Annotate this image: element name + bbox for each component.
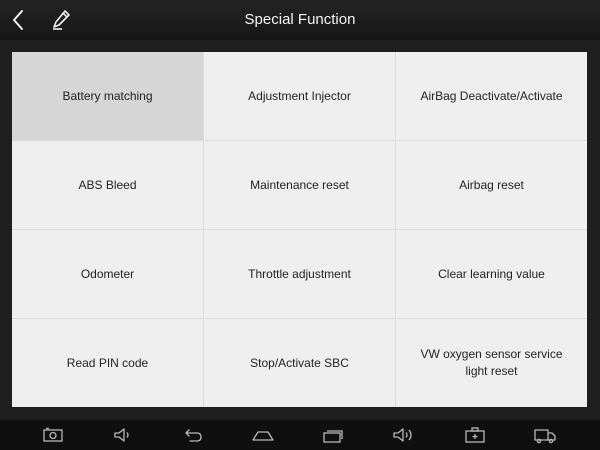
function-tile-clear-learning-value[interactable]: Clear learning value [396, 230, 587, 318]
function-tile-throttle-adjustment[interactable]: Throttle adjustment [204, 230, 395, 318]
function-grid: Battery matching Adjustment Injector Air… [12, 52, 587, 407]
home-icon [252, 431, 274, 441]
function-tile-adjustment-injector[interactable]: Adjustment Injector [204, 52, 395, 140]
content-area: Battery matching Adjustment Injector Air… [0, 40, 600, 420]
function-tile-label: Odometer [80, 266, 135, 281]
toolbox-button[interactable] [462, 424, 488, 446]
function-tile-abs-bleed[interactable]: ABS Bleed [12, 141, 203, 229]
function-tile-label: Battery matching [62, 88, 153, 103]
recent-apps-icon [323, 430, 343, 443]
title-bar: Special Function [0, 0, 600, 40]
function-tile-label: Read PIN code [66, 355, 149, 370]
special-function-screen: Special Function Battery matching Adjust… [0, 0, 600, 450]
function-tile-vw-oxygen-sensor-reset[interactable]: VW oxygen sensor service light reset [396, 319, 587, 407]
function-tile-airbag-reset[interactable]: Airbag reset [396, 141, 587, 229]
back-icon [185, 429, 202, 442]
volume-up-icon [393, 428, 412, 442]
function-tile-maintenance-reset[interactable]: Maintenance reset [204, 141, 395, 229]
volume-down-button[interactable] [110, 424, 136, 446]
recent-apps-button[interactable] [320, 424, 346, 446]
function-tile-read-pin-code[interactable]: Read PIN code [12, 319, 203, 407]
function-tile-label: Clear learning value [438, 266, 545, 281]
function-tile-label: Maintenance reset [250, 177, 349, 192]
home-button[interactable] [250, 424, 276, 446]
function-tile-airbag-deactivate-activate[interactable]: AirBag Deactivate/Activate [396, 52, 587, 140]
volume-up-button[interactable] [390, 424, 416, 446]
screenshot-icon [43, 427, 63, 442]
toolbox-icon [465, 427, 485, 443]
function-tile-label: ABS Bleed [78, 177, 137, 192]
function-tile-battery-matching[interactable]: Battery matching [12, 52, 203, 140]
truck-icon [534, 429, 556, 444]
function-tile-label: VW oxygen sensor service light reset [420, 347, 563, 378]
system-navigation-bar [0, 420, 600, 450]
screenshot-button[interactable] [40, 424, 66, 446]
page-title: Special Function [244, 11, 356, 28]
function-tile-label: AirBag Deactivate/Activate [420, 88, 563, 103]
function-tile-label: Adjustment Injector [248, 88, 351, 103]
vci-connection-button[interactable] [532, 424, 558, 446]
function-tile-label: Airbag reset [459, 177, 524, 192]
function-tile-stop-activate-sbc[interactable]: Stop/Activate SBC [204, 319, 395, 407]
volume-down-icon [114, 428, 129, 442]
function-tile-label: Throttle adjustment [248, 266, 351, 281]
back-nav-button[interactable] [180, 424, 206, 446]
function-tile-odometer[interactable]: Odometer [12, 230, 203, 318]
function-tile-label: Stop/Activate SBC [250, 355, 349, 370]
